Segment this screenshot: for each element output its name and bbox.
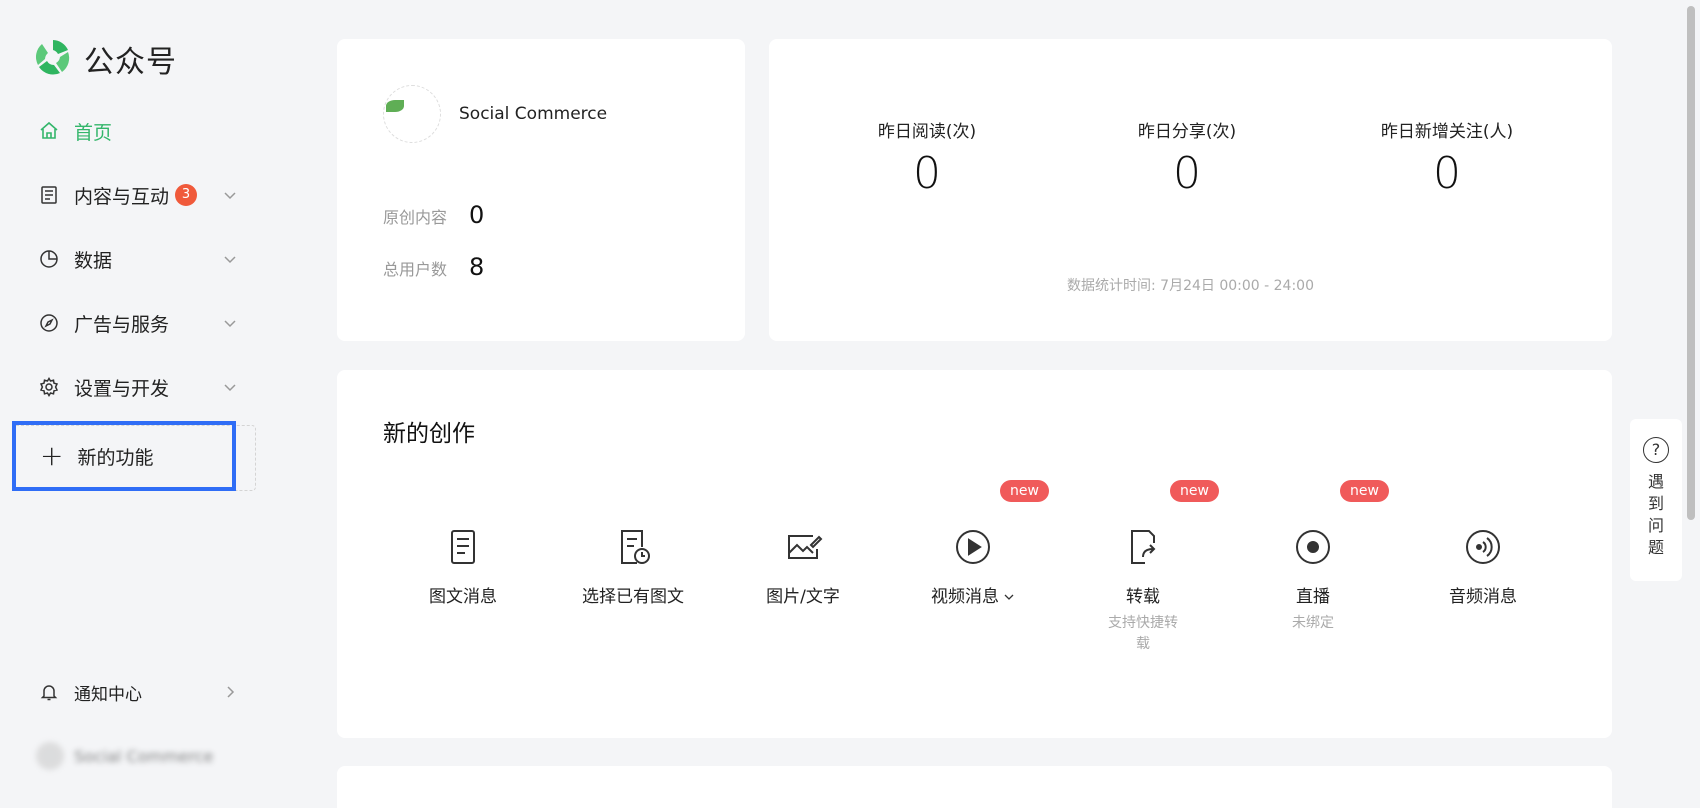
bell-icon [38, 681, 60, 703]
account-name: Social Commerce [74, 746, 214, 766]
tool-live[interactable]: new 直播 未绑定 [1228, 480, 1398, 634]
profile-card: Social Commerce 原创内容 0 总用户数 8 [337, 39, 745, 341]
repost-icon [1122, 526, 1164, 568]
sidebar-item-label: 首页 [74, 121, 113, 144]
chevron-down-icon[interactable] [1003, 591, 1015, 603]
sidebar-item-notifications[interactable]: 通知中心 [38, 672, 238, 712]
image-text-icon [782, 526, 824, 568]
stat-shares: 昨日分享(次) 0 [1057, 117, 1317, 199]
tool-label: 视频消息 [888, 582, 1058, 607]
help-label: 遇到问题 [1647, 472, 1664, 557]
new-badge: new [1000, 480, 1049, 502]
tool-label: 选择已有图文 [582, 587, 684, 607]
article-icon [442, 526, 484, 568]
original-content-label: 原创内容 [383, 208, 448, 227]
original-content-value: 0 [469, 201, 485, 229]
tool-audio[interactable]: 音频消息 [1398, 480, 1568, 607]
section-title: 新的创作 [383, 421, 475, 447]
stats-card: 昨日阅读(次) 0 昨日分享(次) 0 昨日新增关注(人) 0 数据统计时间: … [769, 39, 1612, 341]
sidebar-item-label: 通知中心 [74, 684, 142, 705]
gear-icon [38, 376, 60, 398]
stat-value: 0 [1173, 148, 1201, 199]
sidebar-item-data[interactable]: 数据 [38, 239, 238, 279]
tool-label: 图文消息 [429, 587, 497, 607]
avatar[interactable] [383, 85, 441, 143]
chevron-down-icon [224, 384, 236, 392]
sidebar-item-home[interactable]: 首页 [38, 111, 238, 151]
stat-label: 昨日新增关注(人) [1380, 122, 1514, 142]
tool-repost[interactable]: new 转载 支持快捷转载 [1058, 480, 1228, 655]
chevron-down-icon [224, 192, 236, 200]
audio-icon [1462, 526, 1504, 568]
sidebar-item-label: 数据 [74, 249, 113, 272]
new-feature-button[interactable]: + 新的功能 [12, 421, 236, 491]
chevron-down-icon [224, 320, 236, 328]
tool-existing-article[interactable]: 选择已有图文 [548, 480, 718, 607]
new-badge: new [1340, 480, 1389, 502]
sidebar-item-label: 内容与互动 [74, 185, 170, 208]
next-section-card [337, 766, 1612, 808]
help-button[interactable]: ? 遇到问题 [1630, 419, 1682, 581]
sidebar: 公众号 首页 内容与互动 3 数据 广告与服务 设置与开发 + 新的功能 通知中… [0, 0, 280, 808]
page-scrollbar[interactable] [1686, 2, 1696, 806]
tool-label: 转载 [1126, 587, 1160, 607]
sidebar-item-label: 广告与服务 [74, 313, 170, 336]
total-users-row: 总用户数 8 [383, 253, 484, 281]
tool-article[interactable]: 图文消息 [378, 480, 548, 607]
wechat-mp-logo-icon [32, 36, 74, 82]
sidebar-item-content[interactable]: 内容与互动 3 [38, 175, 238, 215]
sidebar-item-ads[interactable]: 广告与服务 [38, 303, 238, 343]
new-feature-label: 新的功能 [77, 446, 154, 469]
tool-label: 直播 [1296, 587, 1330, 607]
stat-value: 0 [913, 148, 941, 199]
total-users-value: 8 [469, 253, 485, 281]
plus-icon: + [40, 439, 64, 472]
home-icon [38, 120, 60, 142]
total-users-label: 总用户数 [383, 260, 448, 279]
stat-value: 0 [1433, 148, 1461, 199]
stat-reads: 昨日阅读(次) 0 [797, 117, 1057, 199]
original-content-row: 原创内容 0 [383, 201, 484, 229]
tool-sublabel: 未绑定 [1292, 615, 1334, 631]
live-icon [1292, 526, 1334, 568]
logo[interactable]: 公众号 [32, 36, 177, 82]
tool-video[interactable]: new 视频消息 [888, 480, 1058, 607]
stat-label: 昨日分享(次) [1137, 122, 1237, 142]
stat-label: 昨日阅读(次) [877, 122, 977, 142]
tool-label-text: 视频消息 [931, 587, 999, 607]
account-name: Social Commerce [459, 104, 608, 124]
tool-image-text[interactable]: 图片/文字 [718, 480, 888, 607]
create-card: 新的创作 图文消息 选择已有图文 图片/文字 new 视频消息 new 转载 支… [337, 370, 1612, 738]
play-icon [952, 526, 994, 568]
pie-chart-icon [38, 248, 60, 270]
tool-label: 图片/文字 [766, 587, 840, 607]
stats-time-note: 数据统计时间: 7月24日 00:00 - 24:00 [1067, 278, 1314, 294]
chevron-down-icon [224, 256, 236, 264]
account-menu[interactable]: Social Commerce [36, 738, 236, 774]
document-icon [38, 184, 60, 206]
tool-label: 音频消息 [1449, 587, 1517, 607]
chevron-right-icon [227, 686, 235, 698]
sidebar-item-settings[interactable]: 设置与开发 [38, 367, 238, 407]
broken-image-icon [386, 100, 404, 112]
tool-sublabel: 支持快捷转载 [1108, 615, 1178, 652]
article-history-icon [612, 526, 654, 568]
question-icon: ? [1643, 437, 1669, 463]
app-title: 公众号 [84, 45, 177, 80]
stat-new-followers: 昨日新增关注(人) 0 [1317, 117, 1577, 199]
compass-icon [38, 312, 60, 334]
avatar [36, 742, 64, 770]
sidebar-item-label: 设置与开发 [74, 377, 170, 400]
new-badge: new [1170, 480, 1219, 502]
scrollbar-thumb[interactable] [1687, 6, 1695, 520]
count-badge: 3 [175, 184, 198, 206]
